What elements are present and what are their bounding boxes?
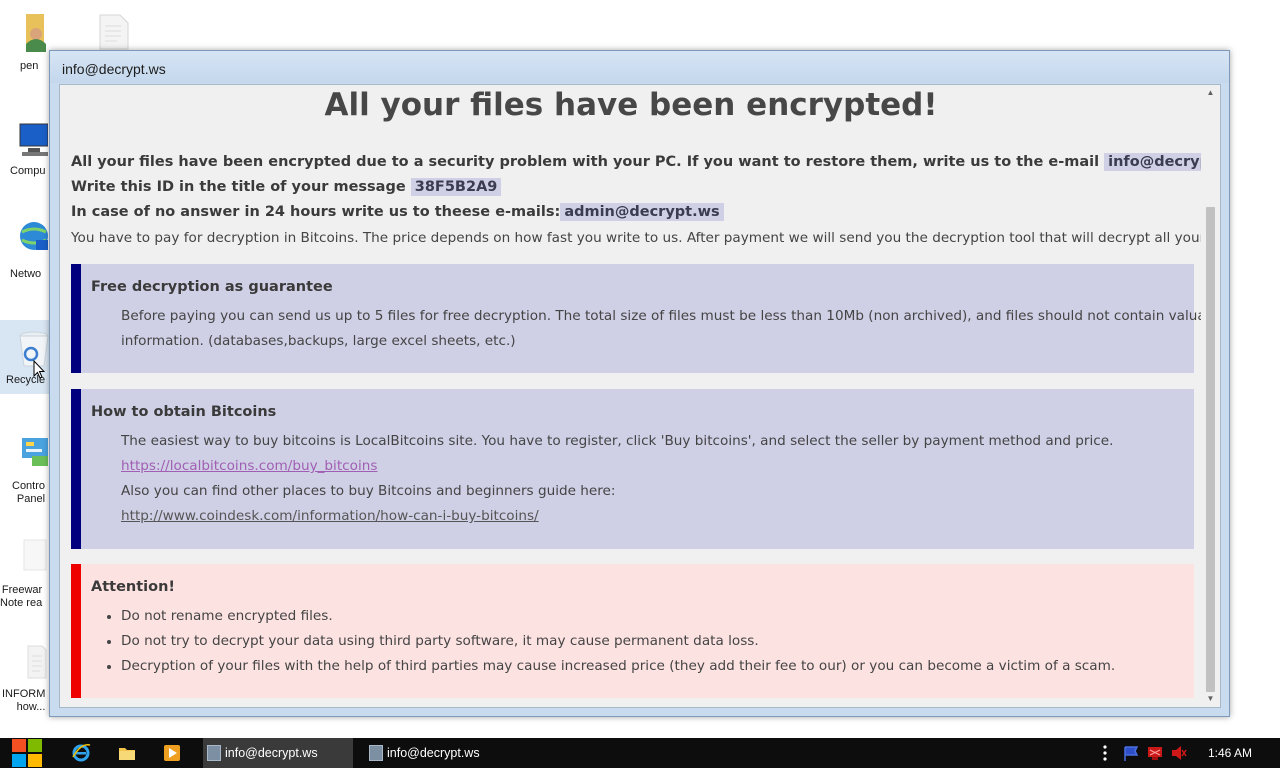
desktop-icon-label: Netwo — [10, 268, 42, 280]
scroll-down-arrow-icon[interactable]: ▼ — [1201, 691, 1220, 707]
network-error-icon[interactable] — [1146, 738, 1164, 768]
intro-line-1: All your files have been encrypted due t… — [71, 152, 1202, 172]
volume-muted-icon[interactable] — [1170, 738, 1188, 768]
desktop-icon-text-file[interactable]: INFORM how... — [0, 642, 56, 713]
taskbar-item[interactable]: info@decrypt.ws — [365, 738, 515, 768]
intro-line-4: You have to pay for decryption in Bitcoi… — [71, 230, 1202, 246]
contact-email-primary: info@decrypt.ws — [1104, 153, 1202, 171]
free-decryption-line-1: Before paying you can send us up to 5 fi… — [121, 308, 1202, 324]
window-titlebar[interactable]: info@decrypt.ws — [50, 51, 1229, 83]
text-file-icon — [8, 642, 48, 686]
intro-line-1-text: All your files have been encrypted due t… — [71, 154, 1100, 170]
overflow-menu-icon[interactable] — [1100, 738, 1110, 768]
intro-line-3: In case of no answer in 24 hours write u… — [71, 202, 724, 222]
window-app-icon — [369, 745, 383, 761]
ransom-note-window[interactable]: info@decrypt.ws All your files have been… — [49, 50, 1230, 717]
free-decryption-line-2: information. (databases,backups, large e… — [121, 333, 516, 349]
desktop-icon-label: Compu — [10, 165, 46, 177]
content-frame: All your files have been encrypted! All … — [59, 84, 1221, 708]
desktop-icon-label: pen — [20, 60, 39, 72]
notepad-icon — [8, 536, 48, 580]
media-player-icon[interactable] — [162, 743, 182, 763]
free-decryption-title: Free decryption as guarantee — [91, 279, 333, 295]
scroll-up-arrow-icon[interactable]: ▲ — [1201, 85, 1220, 101]
action-center-flag-icon[interactable] — [1122, 738, 1140, 768]
free-decryption-box: Free decryption as guarantee Before payi… — [71, 264, 1202, 373]
attention-item: Do not rename encrypted files. — [106, 604, 1115, 629]
page-title: All your files have been encrypted! — [324, 87, 938, 123]
victim-id: 38F5B2A9 — [410, 178, 502, 196]
window-title: info@decrypt.ws — [62, 61, 166, 77]
note-content: All your files have been encrypted! All … — [60, 85, 1202, 707]
taskbar-item-active[interactable]: info@decrypt.ws — [203, 738, 353, 768]
desktop-icon-user-folder[interactable]: pen — [0, 8, 56, 72]
network-icon — [8, 216, 48, 260]
bitcoin-info-line-1: The easiest way to buy bitcoins is Local… — [121, 433, 1114, 449]
scrollbar-thumb[interactable] — [1206, 207, 1215, 692]
vertical-scrollbar[interactable]: ▲ ▼ — [1201, 85, 1220, 707]
internet-explorer-icon[interactable] — [71, 743, 91, 763]
desktop-icon-label: Freewar Note rea — [0, 584, 43, 609]
contact-email-backup: admin@decrypt.ws — [560, 203, 724, 221]
document-icon[interactable] — [96, 14, 130, 50]
desktop-icon-computer[interactable]: Compu — [0, 118, 56, 177]
mouse-cursor-icon — [33, 359, 46, 380]
taskbar: info@decrypt.ws info@decrypt.ws 1:46 AM — [0, 738, 1280, 768]
desktop-icon-label: Contro Panel — [12, 480, 46, 505]
user-folder-icon — [8, 8, 48, 52]
taskbar-item-label: info@decrypt.ws — [387, 746, 480, 760]
bitcoin-info-line-2: Also you can find other places to buy Bi… — [121, 483, 616, 499]
localbitcoins-link[interactable]: https://localbitcoins.com/buy_bitcoins — [121, 454, 377, 479]
window-app-icon — [207, 745, 221, 761]
taskbar-item-label: info@decrypt.ws — [225, 746, 318, 760]
attention-list: Do not rename encrypted files. Do not tr… — [106, 604, 1115, 679]
computer-icon — [8, 118, 49, 162]
desktop-icon-recycle-bin[interactable]: Recycle — [0, 320, 50, 394]
taskbar-clock[interactable]: 1:46 AM — [1208, 738, 1252, 768]
attention-title: Attention! — [91, 579, 176, 595]
attention-box: Attention! Do not rename encrypted files… — [71, 564, 1194, 698]
bitcoin-info-box: How to obtain Bitcoins The easiest way t… — [71, 389, 1194, 549]
start-button[interactable] — [10, 738, 44, 768]
desktop-icon-notepad[interactable]: Freewar Note rea — [0, 536, 56, 609]
intro-line-2-text: Write this ID in the title of your messa… — [71, 179, 406, 195]
desktop-icon-control-panel[interactable]: Contro Panel — [0, 430, 56, 505]
attention-item: Decryption of your files with the help o… — [106, 654, 1115, 679]
intro-line-2: Write this ID in the title of your messa… — [71, 177, 502, 197]
file-explorer-icon[interactable] — [117, 743, 137, 763]
bitcoin-info-title: How to obtain Bitcoins — [91, 404, 277, 420]
control-panel-icon — [8, 430, 48, 474]
desktop-icon-label: INFORM how... — [2, 688, 46, 713]
windows-logo-icon — [12, 739, 42, 767]
intro-line-3-text: In case of no answer in 24 hours write u… — [71, 204, 561, 220]
attention-item: Do not try to decrypt your data using th… — [106, 629, 1115, 654]
coindesk-link[interactable]: http://www.coindesk.com/information/how-… — [121, 504, 539, 529]
desktop-icon-network[interactable]: Netwo — [0, 216, 56, 280]
